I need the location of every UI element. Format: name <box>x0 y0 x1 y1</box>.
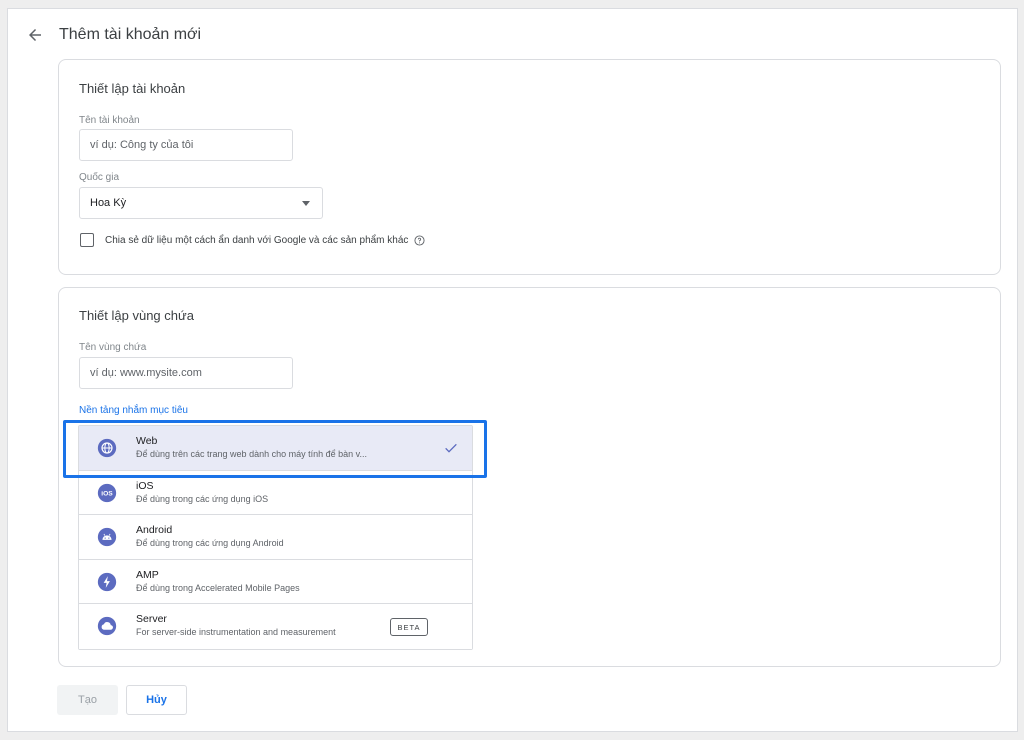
amp-bolt-icon <box>97 572 117 591</box>
share-data-label: Chia sẻ dữ liệu một cách ẩn danh với Goo… <box>105 234 409 246</box>
platform-option-server[interactable]: Server For server-side instrumentation a… <box>79 604 472 649</box>
cancel-button[interactable]: Hủy <box>126 685 187 715</box>
platform-desc: Để dùng trong các ứng dụng iOS <box>136 493 269 504</box>
platform-desc: For server-side instrumentation and meas… <box>136 627 336 637</box>
platform-option-ios[interactable]: iOS iOS Để dùng trong các ứng dụng iOS <box>79 470 472 515</box>
share-data-checkbox[interactable] <box>80 233 94 247</box>
platform-name: Server <box>136 613 167 625</box>
platform-name: AMP <box>136 568 159 581</box>
back-arrow-icon[interactable] <box>26 26 44 44</box>
svg-text:iOS: iOS <box>101 490 113 497</box>
container-name-input[interactable] <box>79 357 293 389</box>
page-header: Thêm tài khoản mới <box>26 23 201 47</box>
account-setup-card: Thiết lập tài khoản Tên tài khoản Quốc g… <box>58 59 1001 275</box>
cloud-icon <box>97 616 117 636</box>
globe-icon <box>97 438 117 458</box>
page-title: Thêm tài khoản mới <box>59 26 202 43</box>
platform-name: Web <box>136 435 158 447</box>
platform-option-web[interactable]: Web Để dùng trên các trang web dành cho … <box>79 426 472 471</box>
container-setup-title: Thiết lập vùng chứa <box>79 308 194 323</box>
platform-name: iOS <box>136 479 154 492</box>
platform-desc: Để dùng trong các ứng dụng Android <box>136 538 284 548</box>
platform-list: Web Để dùng trên các trang web dành cho … <box>78 425 473 650</box>
container-name-label: Tên vùng chứa <box>79 342 147 353</box>
dropdown-arrow-icon <box>302 200 310 206</box>
platform-desc: Để dùng trên các trang web dành cho máy … <box>136 449 367 459</box>
beta-badge: BETA <box>390 618 428 636</box>
container-setup-card: Thiết lập vùng chứa Tên vùng chứa Nền tả… <box>58 287 1001 667</box>
page-container: Thêm tài khoản mới Thiết lập tài khoản T… <box>7 8 1018 732</box>
account-name-input[interactable] <box>79 129 293 161</box>
country-label: Quốc gia <box>79 172 120 183</box>
platform-name: Android <box>136 524 173 536</box>
platform-desc: Để dùng trong Accelerated Mobile Pages <box>136 582 300 593</box>
share-data-row: Chia sẻ dữ liệu một cách ẩn danh với Goo… <box>80 233 425 247</box>
account-name-label: Tên tài khoản <box>79 115 140 126</box>
platform-option-amp[interactable]: AMP Để dùng trong Accelerated Mobile Pag… <box>79 559 472 604</box>
android-icon <box>97 527 117 547</box>
checkmark-icon <box>445 443 457 453</box>
platform-option-android[interactable]: Android Để dùng trong các ứng dụng Andro… <box>79 515 472 560</box>
country-value: Hoa Kỳ <box>90 197 127 209</box>
target-platform-label: Nền tảng nhắm mục tiêu <box>79 405 188 416</box>
help-icon[interactable] <box>414 234 425 246</box>
country-select[interactable]: Hoa Kỳ <box>79 187 323 219</box>
create-button[interactable]: Tạo <box>57 685 118 715</box>
account-setup-title: Thiết lập tài khoản <box>79 81 186 96</box>
ios-icon: iOS <box>97 483 117 502</box>
